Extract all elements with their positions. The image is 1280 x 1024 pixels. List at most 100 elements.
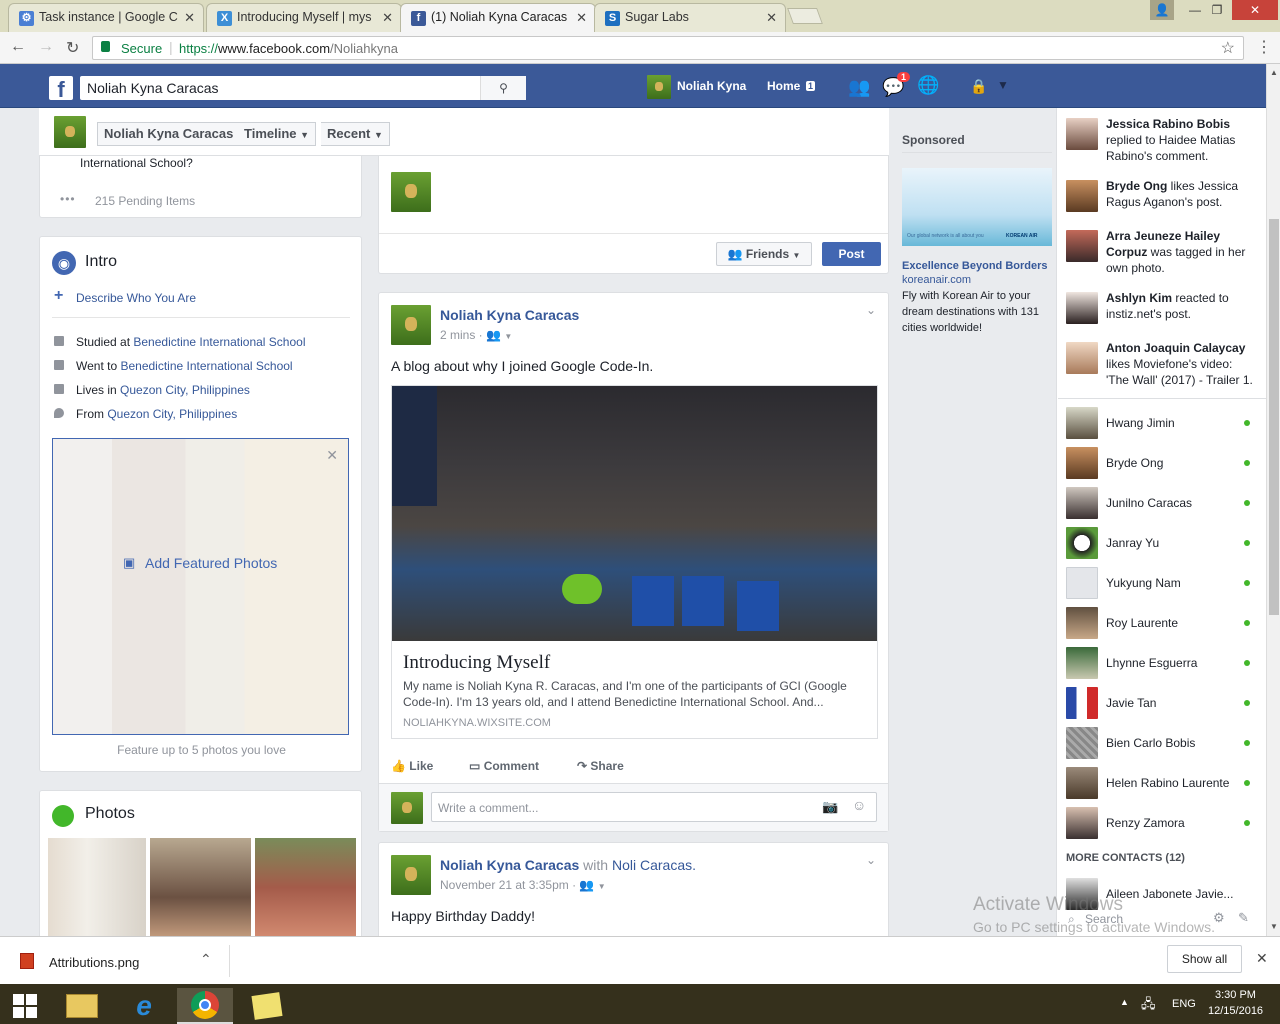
download-item[interactable]: Attributions.png ⌃: [10, 945, 230, 977]
describe-link[interactable]: Describe Who You Are: [76, 291, 196, 305]
ticker-item[interactable]: Bryde Ong likes Jessica Ragus Aganon's p…: [1066, 178, 1256, 212]
page-scrollbar[interactable]: ▲ ▼: [1266, 64, 1280, 936]
ticker-item[interactable]: Arra Jeuneze Hailey Corpuz was tagged in…: [1066, 228, 1256, 276]
chrome-icon[interactable]: [177, 988, 233, 1024]
header-profile-link[interactable]: Noliah Kyna: [677, 79, 746, 93]
post-avatar[interactable]: [391, 305, 431, 345]
contact-item[interactable]: Roy Laurente: [1066, 607, 1256, 639]
contact-item[interactable]: Junilno Caracas: [1066, 487, 1256, 519]
featured-photos-box[interactable]: ✕ ▣ Add Featured Photos: [52, 438, 349, 735]
account-menu-chevron-icon[interactable]: ▼: [997, 78, 1009, 92]
clock-time[interactable]: 3:30 PM: [1215, 989, 1256, 1001]
ticker-item[interactable]: Ashlyn Kim reacted to instiz.net's post.: [1066, 290, 1256, 324]
contact-item[interactable]: Lhynne Esguerra: [1066, 647, 1256, 679]
contact-item[interactable]: Janray Yu: [1066, 527, 1256, 559]
contact-item[interactable]: Renzy Zamora: [1066, 807, 1256, 839]
close-icon[interactable]: ✕: [326, 447, 338, 464]
breadcrumb-timeline[interactable]: Timeline ▼: [238, 122, 317, 146]
contact-item[interactable]: Javie Tan: [1066, 687, 1256, 719]
close-icon[interactable]: ✕: [382, 4, 393, 31]
audience-selector[interactable]: 👥 Friends ▼: [716, 242, 812, 266]
school-link[interactable]: Benedictine International School: [133, 335, 305, 349]
close-icon[interactable]: ✕: [184, 4, 195, 31]
new-message-icon[interactable]: ✎: [1238, 910, 1249, 926]
browser-tab-sugarlabs[interactable]: S Sugar Labs ✕: [594, 3, 786, 32]
back-icon[interactable]: ←: [10, 38, 26, 56]
link-preview[interactable]: Introducing Myself My name is Noliah Kyn…: [391, 385, 878, 739]
post-avatar[interactable]: [391, 855, 431, 895]
post-button[interactable]: Post: [822, 242, 881, 266]
contact-item[interactable]: Hwang Jimin: [1066, 407, 1256, 439]
contact-item[interactable]: Bryde Ong: [1066, 447, 1256, 479]
new-tab-button[interactable]: [787, 8, 823, 24]
close-icon[interactable]: ✕: [576, 4, 587, 31]
post-author-link[interactable]: Noliah Kyna Caracas: [440, 307, 579, 323]
reload-icon[interactable]: ↻: [66, 38, 79, 58]
friend-requests-icon[interactable]: 👥: [848, 77, 870, 98]
breadcrumb-recent[interactable]: Recent ▼: [321, 122, 390, 146]
contact-item[interactable]: Bien Carlo Bobis: [1066, 727, 1256, 759]
add-featured-photos-link[interactable]: Add Featured Photos: [145, 555, 277, 571]
tagged-user-link[interactable]: Noli Caracas: [612, 857, 692, 873]
post-options-chevron-icon[interactable]: ⌄: [866, 303, 876, 317]
sticky-notes-icon[interactable]: [239, 988, 295, 1024]
browser-tab-task-instance[interactable]: ⚙ Task instance | Google C ✕: [8, 3, 204, 32]
windows-start-icon[interactable]: [0, 988, 50, 1024]
notifications-globe-icon[interactable]: 🌐: [917, 75, 939, 96]
contact-item[interactable]: Helen Rabino Laurente: [1066, 767, 1256, 799]
browser-tab-facebook[interactable]: f (1) Noliah Kyna Caracas ✕: [400, 3, 596, 32]
window-close-button[interactable]: ✕: [1232, 0, 1278, 20]
star-icon[interactable]: ☆: [1221, 38, 1235, 58]
forward-icon[interactable]: →: [38, 38, 54, 56]
photo-thumb[interactable]: [48, 838, 146, 937]
school-link[interactable]: Benedictine International School: [120, 359, 292, 373]
browser-tab-introducing[interactable]: X Introducing Myself | mys ✕: [206, 3, 402, 32]
privacy-lock-icon[interactable]: 🔒: [970, 78, 987, 95]
emoji-icon[interactable]: ☺: [852, 797, 866, 813]
photo-thumb[interactable]: [150, 838, 251, 937]
show-all-button[interactable]: Show all: [1167, 945, 1242, 973]
chevron-up-icon[interactable]: ⌃: [200, 951, 212, 968]
header-home-link[interactable]: Home: [767, 79, 800, 93]
chevron-up-icon[interactable]: ▲: [1120, 997, 1129, 1007]
ad-title-link[interactable]: Excellence Beyond Borders: [902, 260, 1048, 272]
search-input[interactable]: Noliah Kyna Caracas ⚲: [80, 76, 526, 100]
menu-icon[interactable]: ⋮: [1256, 37, 1272, 57]
contact-item[interactable]: Yukyung Nam: [1066, 567, 1256, 599]
city-link[interactable]: Quezon City, Philippines: [120, 383, 250, 397]
like-button[interactable]: 👍 Like: [391, 759, 433, 773]
post-author-link[interactable]: Noliah Kyna Caracas: [440, 857, 579, 873]
close-icon[interactable]: ✕: [766, 4, 777, 31]
file-explorer-icon[interactable]: [54, 988, 110, 1024]
pending-items-link[interactable]: 215 Pending Items: [95, 194, 195, 208]
subnav-avatar[interactable]: [54, 116, 86, 148]
comment-button[interactable]: ▭ Comment: [469, 759, 539, 773]
ticker-item[interactable]: Jessica Rabino Bobis replied to Haidee M…: [1066, 116, 1256, 164]
post-time[interactable]: November 21 at 3:35pm · 👥 ▼: [440, 878, 606, 892]
share-button[interactable]: ↷ Share: [577, 759, 624, 773]
language-indicator[interactable]: ENG: [1172, 998, 1196, 1010]
comment-input[interactable]: Write a comment... 📷 ☺: [431, 792, 877, 822]
scroll-down-icon[interactable]: ▼: [1270, 922, 1278, 931]
restore-button[interactable]: ❐: [1200, 0, 1234, 20]
close-icon[interactable]: ✕: [1256, 950, 1268, 967]
search-icon[interactable]: ⚲: [480, 76, 526, 100]
scroll-up-icon[interactable]: ▲: [1270, 68, 1278, 77]
city-link[interactable]: Quezon City, Philippines: [107, 407, 237, 421]
user-icon[interactable]: 👤: [1150, 0, 1174, 20]
breadcrumb-name[interactable]: Noliah Kyna Caracas: [97, 122, 241, 146]
photo-thumb[interactable]: [255, 838, 356, 937]
facebook-logo-icon[interactable]: f: [49, 76, 73, 100]
address-bar[interactable]: Secure | https://www.facebook.com/Noliah…: [92, 36, 1244, 60]
scrollbar-thumb[interactable]: [1269, 219, 1279, 615]
ad-image[interactable]: Our global network is all about you KORE…: [902, 168, 1052, 246]
post-time[interactable]: 2 mins · 👥 ▼: [440, 328, 512, 342]
ticker-item[interactable]: Anton Joaquin Calaycay likes Moviefone's…: [1066, 340, 1256, 388]
ad-domain-link[interactable]: koreanair.com: [902, 274, 971, 286]
clock-date[interactable]: 12/15/2016: [1208, 1005, 1263, 1017]
header-avatar[interactable]: [647, 75, 671, 99]
internet-explorer-icon[interactable]: e: [116, 988, 172, 1024]
camera-icon[interactable]: 📷: [822, 799, 838, 815]
post-options-chevron-icon[interactable]: ⌄: [866, 853, 876, 867]
network-icon[interactable]: 🖧: [1141, 995, 1156, 1017]
